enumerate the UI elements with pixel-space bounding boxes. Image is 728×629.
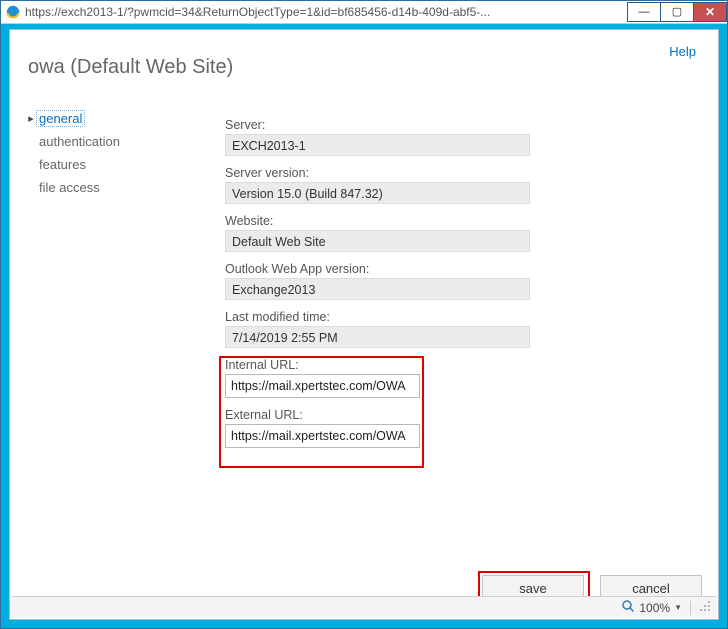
external-url-input[interactable] [225, 424, 420, 448]
last-modified-value: 7/14/2019 2:55 PM [225, 326, 530, 348]
internal-url-input[interactable] [225, 374, 420, 398]
caret-right-icon: ▸ [26, 112, 36, 125]
nav-item-file-access[interactable]: file access [26, 177, 196, 197]
nav-label: file access [36, 179, 103, 196]
address-bar-url[interactable]: https://exch2013-1/?pwmcid=34&ReturnObje… [25, 5, 628, 19]
status-bar: 100% ▼ [11, 596, 717, 618]
server-version-label: Server version: [225, 166, 545, 180]
nav-label: general [36, 110, 85, 127]
chevron-down-icon[interactable]: ▼ [674, 603, 682, 612]
owa-version-value: Exchange2013 [225, 278, 530, 300]
zoom-icon[interactable] [621, 599, 635, 616]
nav-label: features [36, 156, 89, 173]
last-modified-label: Last modified time: [225, 310, 545, 324]
left-nav: ▸ general authentication features file a… [26, 108, 196, 200]
resize-grip-icon[interactable] [699, 600, 711, 615]
website-value: Default Web Site [225, 230, 530, 252]
external-url-label: External URL: [225, 408, 545, 422]
help-link[interactable]: Help [669, 44, 696, 59]
minimize-button[interactable]: — [627, 2, 661, 22]
close-button[interactable]: ✕ [693, 2, 727, 22]
server-label: Server: [225, 118, 545, 132]
nav-label: authentication [36, 133, 123, 150]
internal-url-label: Internal URL: [225, 358, 545, 372]
zoom-level[interactable]: 100% [639, 601, 670, 615]
server-version-value: Version 15.0 (Build 847.32) [225, 182, 530, 204]
ie-icon [5, 4, 21, 20]
maximize-button[interactable]: ▢ [660, 2, 694, 22]
page-title: owa (Default Web Site) [28, 56, 233, 79]
page-body: Help owa (Default Web Site) ▸ general au… [9, 29, 719, 620]
nav-item-features[interactable]: features [26, 154, 196, 174]
website-label: Website: [225, 214, 545, 228]
nav-item-authentication[interactable]: authentication [26, 131, 196, 151]
server-value: EXCH2013-1 [225, 134, 530, 156]
window-frame: https://exch2013-1/?pwmcid=34&ReturnObje… [0, 0, 728, 629]
window-controls: — ▢ ✕ [628, 2, 727, 22]
general-form: Server: EXCH2013-1 Server version: Versi… [225, 118, 545, 448]
nav-item-general[interactable]: ▸ general [26, 108, 196, 128]
owa-version-label: Outlook Web App version: [225, 262, 545, 276]
titlebar: https://exch2013-1/?pwmcid=34&ReturnObje… [1, 1, 727, 24]
